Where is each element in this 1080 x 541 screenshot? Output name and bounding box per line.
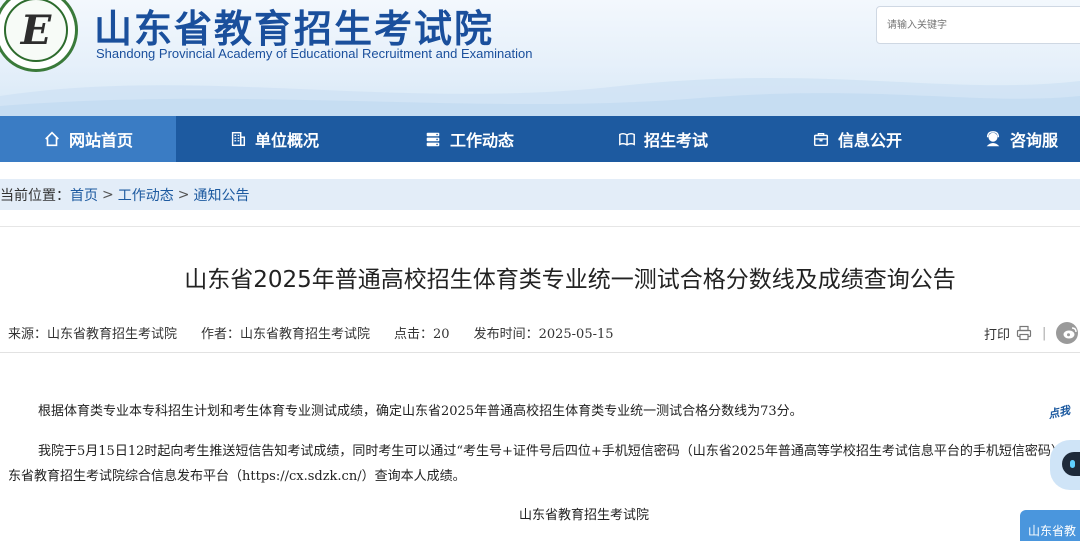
breadcrumb-link-notices[interactable]: 通知公告	[193, 185, 249, 205]
home-icon	[45, 131, 59, 147]
article-meta: 来源：山东省教育招生考试院 作者：山东省教育招生考试院 点击：20 发布时间：2…	[8, 323, 638, 342]
breadcrumb: 当前位置： 首页 > 工作动态 > 通知公告	[0, 179, 1080, 210]
nav-item-label: 工作动态	[449, 131, 514, 150]
breadcrumb-separator: >	[177, 186, 190, 203]
nav-item-overview[interactable]: 单位概况	[176, 116, 372, 162]
logo-letter: E	[20, 6, 52, 54]
assistant-robot-eye	[1070, 460, 1075, 468]
meta-source: 来源：山东省教育招生考试院	[8, 327, 178, 342]
nav-item-news[interactable]: 工作动态	[372, 116, 566, 162]
logo-emblem-icon: E	[4, 0, 68, 62]
nav-item-label: 单位概况	[254, 131, 319, 150]
article-paragraph-2-line-2: 东省教育招生考试院综合信息发布平台（https://cx.sdzk.cn/）查询…	[8, 469, 466, 484]
nav-item-label: 网站首页	[68, 131, 133, 150]
nav-item-label: 招生考试	[643, 131, 708, 150]
breadcrumb-separator: >	[102, 186, 114, 203]
server-icon	[426, 132, 440, 147]
printer-icon[interactable]	[1016, 325, 1032, 341]
breadcrumb-link-news[interactable]: 工作动态	[118, 185, 174, 205]
support-icon	[986, 131, 1000, 147]
breadcrumb-link-home[interactable]: 首页	[70, 185, 98, 205]
nav-item-label: 咨询服	[1010, 131, 1059, 150]
main-nav: 网站首页 单位概况 工作动态 招生考试 信息公开 咨询服	[0, 116, 1080, 162]
article-paragraph-1: 根据体育类专业本专科招生计划和考生体育专业测试成绩，确定山东省2025年普通高校…	[38, 404, 803, 419]
meta-clicks: 点击：20	[394, 327, 450, 342]
briefcase-icon	[813, 132, 829, 147]
site-header: E 山东省教育招生考试院 Shandong Provincial Academy…	[0, 0, 1080, 116]
nav-item-label: 信息公开	[837, 131, 902, 150]
meta-date: 发布时间：2025-05-15	[473, 327, 614, 342]
nav-item-disclosure[interactable]: 信息公开	[760, 116, 954, 162]
breadcrumb-prefix: 当前位置：	[0, 187, 70, 204]
content-divider	[0, 226, 1080, 227]
article-signature: 山东省教育招生考试院	[519, 508, 650, 523]
assistant-tag[interactable]: 点我	[1047, 402, 1072, 422]
nav-item-home[interactable]: 网站首页	[0, 116, 176, 162]
building-icon	[231, 131, 246, 147]
header-wave-decoration	[0, 78, 1080, 116]
tools-separator: |	[1042, 325, 1047, 341]
article-title: 山东省2025年普通高校招生体育类专业统一测试合格分数线及成绩查询公告	[184, 267, 956, 293]
meta-author: 作者：山东省教育招生考试院	[201, 327, 371, 342]
meta-divider	[0, 352, 1080, 353]
nav-item-consult[interactable]: 咨询服	[954, 116, 1080, 162]
article-tools: 打印 |	[984, 322, 1079, 344]
site-subtitle: Shandong Provincial Academy of Education…	[96, 46, 533, 61]
article-paragraph-2-line-1: 我院于5月15日12时起向考生推送短信告知考试成绩，同时考生可以通过“考生号+证…	[38, 444, 1064, 459]
weibo-share-icon[interactable]	[1056, 322, 1079, 344]
assistant-button[interactable]: 山东省教	[1020, 510, 1080, 541]
print-button[interactable]: 打印	[984, 324, 1010, 343]
search-input[interactable]	[876, 6, 1080, 44]
nav-item-exams[interactable]: 招生考试	[566, 116, 760, 162]
book-icon	[619, 132, 635, 146]
